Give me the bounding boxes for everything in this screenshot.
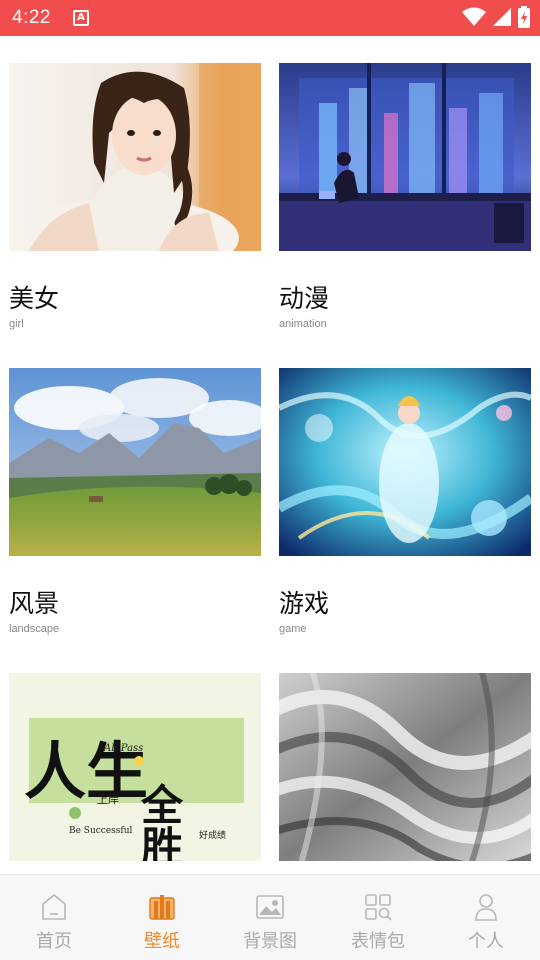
tab-label: 首页	[36, 931, 72, 952]
category-card-girl[interactable]: 美女 girl	[9, 63, 261, 330]
category-card-landscape[interactable]: 风景 landscape	[9, 368, 261, 635]
tab-home[interactable]: 首页	[0, 875, 108, 960]
category-thumbnail-landscape	[9, 368, 261, 556]
category-title: 动漫	[279, 284, 330, 313]
tab-label: 背景图	[243, 931, 297, 952]
category-title: 风景	[9, 589, 60, 618]
tab-profile[interactable]: 个人	[432, 875, 540, 960]
notification-app-icon: A	[72, 10, 89, 26]
category-card-texture[interactable]	[279, 673, 531, 861]
person-icon	[475, 894, 497, 921]
category-subtitle: game	[279, 623, 307, 635]
category-card-animation[interactable]: 动漫 animation	[279, 63, 531, 330]
bottom-tab-bar: 首页 壁纸 背景图 表情包 个人	[0, 874, 540, 960]
category-thumbnail-animation	[279, 63, 531, 251]
calligraphy-line4: 好成绩	[199, 829, 226, 841]
image-icon	[256, 895, 284, 919]
category-title: 游戏	[279, 589, 330, 618]
tab-label: 个人	[468, 931, 504, 952]
sticker-grid-icon	[365, 894, 392, 921]
category-thumbnail-game	[279, 368, 531, 556]
wifi-icon	[462, 7, 486, 26]
category-subtitle: animation	[279, 318, 327, 330]
status-time: 4:22	[12, 7, 51, 28]
category-card-text[interactable]: 人生 全胜 All Pass 上岸 Be Successful 好成绩	[9, 673, 261, 861]
tab-wallpaper[interactable]: 壁纸	[108, 875, 216, 960]
calligraphy-line1: All Pass	[103, 743, 143, 754]
category-card-game[interactable]: 游戏 game	[279, 368, 531, 635]
wallpaper-category-list[interactable]: 美女 girl 动漫 animation 风景 landscape 游戏 gam…	[0, 36, 540, 874]
tab-label: 壁纸	[144, 931, 180, 952]
category-subtitle: landscape	[9, 623, 60, 635]
calligraphy-main2: 全胜	[135, 782, 184, 861]
status-icons	[462, 6, 530, 28]
calligraphy-line2: 上岸	[97, 793, 119, 806]
tab-stickers[interactable]: 表情包	[324, 875, 432, 960]
home-icon	[42, 894, 66, 920]
tab-background[interactable]: 背景图	[216, 875, 324, 960]
category-title: 美女	[9, 284, 60, 313]
category-thumbnail-text: 人生 全胜 All Pass 上岸 Be Successful 好成绩	[9, 673, 261, 861]
calligraphy-line3: Be Successful	[69, 826, 133, 836]
battery-icon	[518, 6, 530, 28]
signal-icon	[493, 8, 511, 26]
wallpaper-icon	[149, 895, 175, 920]
status-bar: 4:22 A	[0, 0, 540, 36]
category-thumbnail-texture	[279, 673, 531, 861]
category-subtitle: girl	[9, 318, 24, 330]
tab-label: 表情包	[351, 931, 405, 952]
category-thumbnail-girl	[9, 63, 261, 251]
